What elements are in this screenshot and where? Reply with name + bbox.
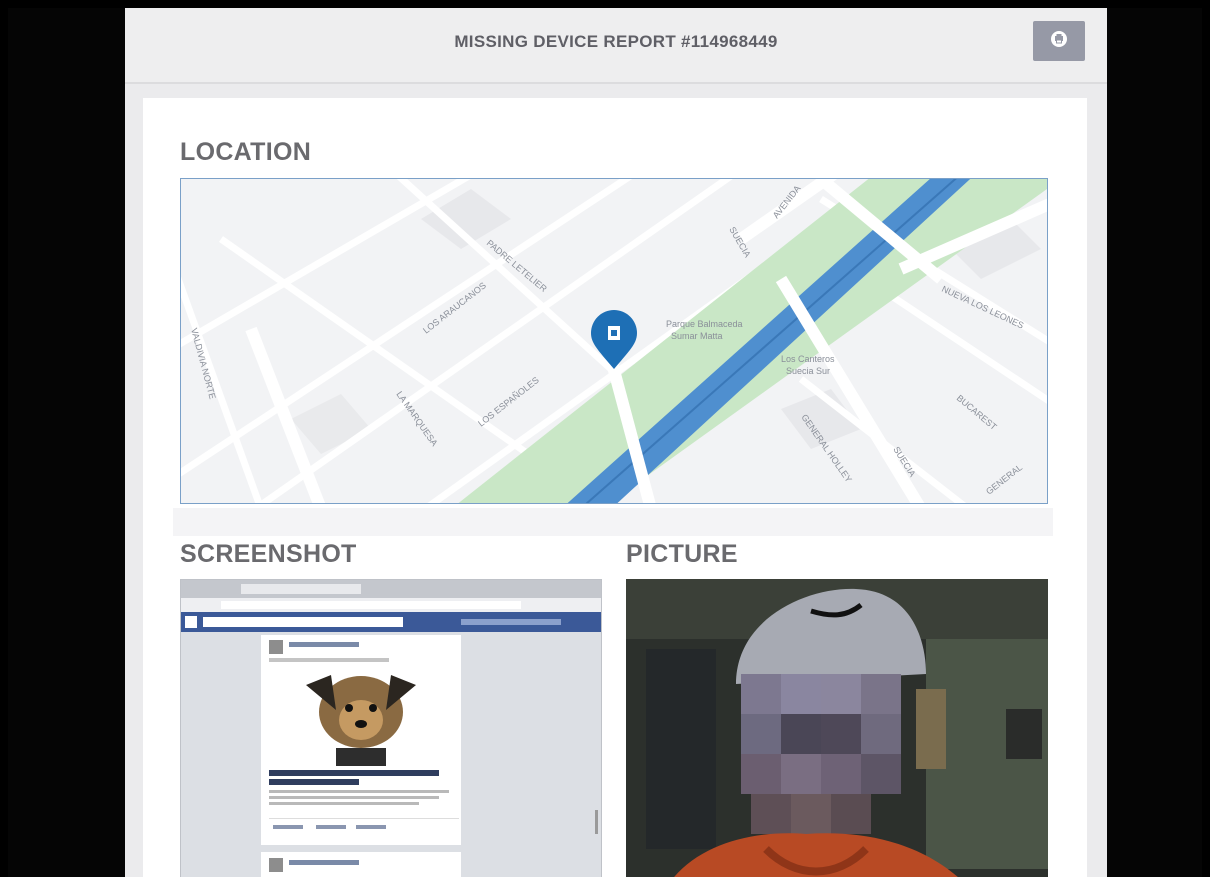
map-footer-strip [173,508,1053,536]
svg-text:Suecia Sur: Suecia Sur [786,366,830,376]
location-map[interactable]: VALDIVIA NORTE LOS ARAUCANOS PADRE LETEL… [180,178,1048,504]
svg-text:Sumar Matta: Sumar Matta [671,331,723,341]
picture-heading: PICTURE [626,540,738,568]
location-heading: LOCATION [180,138,312,166]
header-bar: MISSING DEVICE REPORT #114968449 [125,8,1107,84]
screenshot-image[interactable] [180,579,602,877]
report-title: MISSING DEVICE REPORT #114968449 [454,32,778,51]
print-icon [1050,30,1068,53]
svg-text:Los Canteros: Los Canteros [781,354,835,364]
screenshot-heading: SCREENSHOT [180,540,357,568]
svg-text:Parque Balmaceda: Parque Balmaceda [666,319,743,329]
print-button[interactable] [1033,21,1085,61]
report-card: LOCATION VALDIVIA NORTE LOS ARAUCANOS PA… [143,98,1087,877]
report-page: MISSING DEVICE REPORT #114968449 LOCATIO… [125,8,1107,877]
webcam-picture[interactable] [626,579,1048,877]
